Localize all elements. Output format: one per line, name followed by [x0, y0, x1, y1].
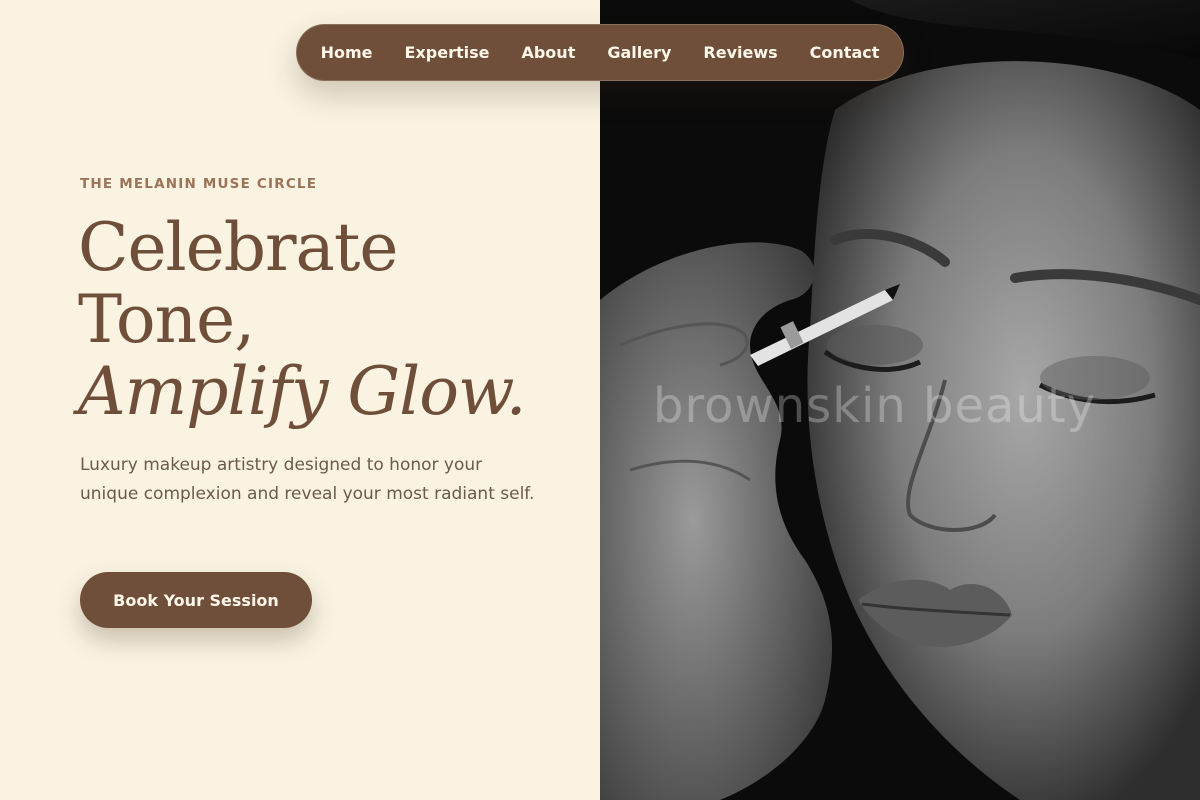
headline-line-1: Celebrate	[78, 209, 398, 286]
hero-left-panel: THE MELANIN MUSE CIRCLE Celebrate Tone, …	[0, 0, 600, 800]
hero-subtext: Luxury makeup artistry designed to honor…	[80, 455, 535, 504]
nav-gallery[interactable]: Gallery	[607, 43, 671, 62]
headline-line-3: Amplify Glow.	[78, 353, 527, 430]
headline-line-2: Tone,	[78, 281, 255, 358]
page: THE MELANIN MUSE CIRCLE Celebrate Tone, …	[0, 0, 1200, 800]
nav-home[interactable]: Home	[321, 43, 373, 62]
hero-eyebrow: THE MELANIN MUSE CIRCLE	[80, 176, 318, 192]
nav-expertise[interactable]: Expertise	[405, 43, 490, 62]
book-session-button[interactable]: Book Your Session	[80, 572, 312, 628]
hero-headline: Celebrate Tone, Amplify Glow.	[78, 212, 578, 428]
hero-photo: brownskin beauty	[600, 0, 1200, 800]
nav-contact[interactable]: Contact	[810, 43, 880, 62]
nav-reviews[interactable]: Reviews	[703, 43, 777, 62]
nav-about[interactable]: About	[521, 43, 575, 62]
photo-watermark: brownskin beauty	[653, 378, 1097, 434]
main-nav: Home Expertise About Gallery Reviews Con…	[296, 24, 904, 81]
